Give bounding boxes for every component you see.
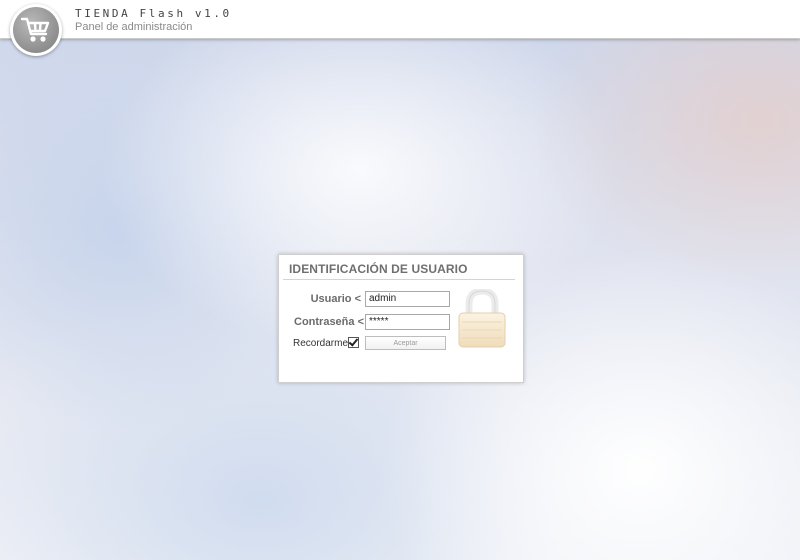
login-title: IDENTIFICACIÓN DE USUARIO bbox=[289, 262, 468, 276]
password-label: Contraseña < bbox=[294, 316, 364, 328]
padlock-icon bbox=[458, 289, 506, 348]
remember-checkbox[interactable] bbox=[348, 337, 359, 348]
shopping-cart-icon bbox=[20, 17, 50, 42]
password-input[interactable] bbox=[365, 314, 450, 330]
submit-button[interactable]: Aceptar bbox=[365, 336, 446, 350]
login-panel: IDENTIFICACIÓN DE USUARIO Usuario < Cont… bbox=[278, 254, 524, 383]
username-input[interactable] bbox=[365, 291, 450, 307]
logo-badge bbox=[10, 4, 62, 56]
app-title: TIENDA Flash v1.0 bbox=[75, 7, 232, 20]
title-divider bbox=[283, 279, 515, 280]
username-label: Usuario < bbox=[310, 293, 361, 305]
app-header: TIENDA Flash v1.0 Panel de administració… bbox=[0, 0, 800, 39]
remember-label: Recordarme bbox=[293, 338, 349, 349]
app-subtitle: Panel de administración bbox=[75, 21, 193, 33]
